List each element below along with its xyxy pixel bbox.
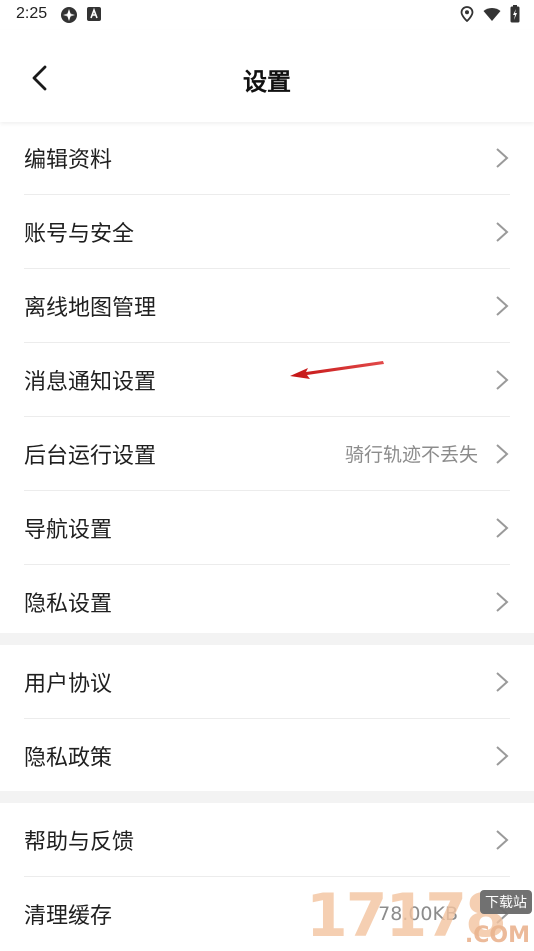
item-label: 离线地图管理 bbox=[24, 295, 157, 321]
location-icon bbox=[460, 6, 474, 22]
chevron-right-icon bbox=[496, 592, 509, 612]
annotation-arrow-icon bbox=[290, 361, 384, 379]
background-run-item[interactable]: 后台运行设置 骑行轨迹不丢失 bbox=[24, 417, 510, 491]
help-feedback-item[interactable]: 帮助与反馈 bbox=[24, 803, 510, 877]
chevron-right-icon bbox=[496, 518, 509, 538]
user-agreement-item[interactable]: 用户协议 bbox=[24, 645, 510, 719]
item-label: 用户协议 bbox=[24, 671, 113, 697]
app-notification-icon bbox=[61, 7, 77, 23]
privacy-policy-item[interactable]: 隐私政策 bbox=[24, 719, 510, 792]
account-security-item[interactable]: 账号与安全 bbox=[24, 195, 510, 269]
navigation-settings-item[interactable]: 导航设置 bbox=[24, 491, 510, 565]
chevron-right-icon bbox=[496, 830, 509, 850]
edit-profile-item[interactable]: 编辑资料 bbox=[24, 121, 510, 195]
item-label: 后台运行设置 bbox=[24, 443, 157, 469]
section-divider bbox=[0, 633, 534, 645]
offline-map-item[interactable]: 离线地图管理 bbox=[24, 269, 510, 343]
wifi-icon bbox=[483, 7, 501, 21]
status-right-icons bbox=[460, 5, 520, 23]
status-time: 2:25 bbox=[16, 5, 48, 22]
page-title: 设置 bbox=[243, 68, 291, 96]
item-label: 隐私政策 bbox=[24, 745, 113, 771]
section-divider bbox=[0, 791, 534, 803]
item-label: 隐私设置 bbox=[24, 591, 113, 617]
notification-settings-item[interactable]: 消息通知设置 bbox=[24, 343, 510, 417]
chevron-right-icon bbox=[496, 672, 509, 692]
item-label: 导航设置 bbox=[24, 517, 113, 543]
item-label: 清理缓存 bbox=[24, 903, 113, 929]
watermark-domain: .COM bbox=[464, 923, 530, 948]
item-label: 账号与安全 bbox=[24, 221, 135, 247]
chevron-right-icon bbox=[496, 746, 509, 766]
item-label: 消息通知设置 bbox=[24, 369, 157, 395]
header-bar: 设置 bbox=[0, 30, 534, 122]
settings-group-general: 编辑资料 账号与安全 离线地图管理 消息通知设置 后台运行设置 骑行轨迹不丢失 … bbox=[0, 121, 534, 638]
status-bar: 2:25 bbox=[0, 0, 534, 30]
chevron-right-icon bbox=[496, 370, 509, 390]
item-label: 帮助与反馈 bbox=[24, 829, 135, 855]
watermark-logo: 17178 下载站 .COM bbox=[306, 886, 532, 950]
item-label: 编辑资料 bbox=[24, 147, 113, 173]
settings-group-legal: 用户协议 隐私政策 bbox=[0, 645, 534, 792]
chevron-right-icon bbox=[496, 148, 509, 168]
item-value: 骑行轨迹不丢失 bbox=[344, 444, 478, 466]
chevron-right-icon bbox=[496, 222, 509, 242]
battery-icon bbox=[510, 5, 520, 23]
chevron-right-icon bbox=[496, 296, 509, 316]
status-left-icons bbox=[60, 6, 102, 24]
font-notification-icon bbox=[87, 7, 101, 21]
chevron-right-icon bbox=[496, 444, 509, 464]
watermark-tag: 下载站 bbox=[480, 890, 532, 914]
privacy-settings-item[interactable]: 隐私设置 bbox=[24, 565, 510, 638]
